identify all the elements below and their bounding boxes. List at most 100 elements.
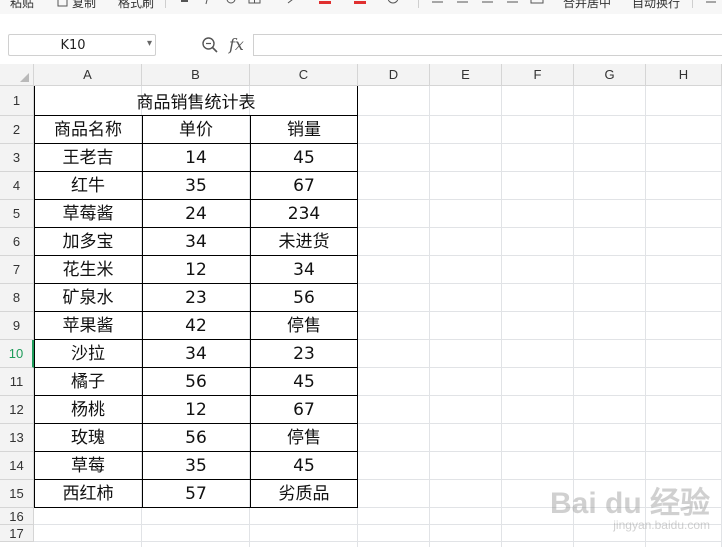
table-cell[interactable]: 23 xyxy=(250,340,358,368)
column-header-b[interactable]: B xyxy=(142,64,250,86)
column-header-g[interactable]: G xyxy=(574,64,646,86)
fx-label[interactable]: fx xyxy=(229,35,244,54)
select-all-corner[interactable] xyxy=(0,64,34,86)
table-cell[interactable]: 56 xyxy=(142,424,250,452)
row-header-6[interactable]: 6 xyxy=(0,228,34,256)
table-cell[interactable]: 24 xyxy=(142,200,250,228)
table-cell[interactable]: 234 xyxy=(250,200,358,228)
table-cell[interactable]: 12 xyxy=(142,396,250,424)
table-cell[interactable]: 沙拉 xyxy=(34,340,142,368)
table-cell[interactable]: 45 xyxy=(250,368,358,396)
table-cell[interactable]: 劣质品 xyxy=(250,480,358,508)
table-cell[interactable]: 西红柿 xyxy=(34,480,142,508)
paste-button[interactable]: 粘贴 xyxy=(10,0,34,11)
table-title[interactable]: 商品销售统计表 xyxy=(34,86,358,116)
column-header-d[interactable]: D xyxy=(358,64,430,86)
formula-input[interactable] xyxy=(253,34,722,56)
merge-center-button[interactable]: 合并居中 xyxy=(563,0,611,11)
eraser-icon[interactable] xyxy=(286,0,300,8)
table-cell[interactable]: 王老吉 xyxy=(34,144,142,172)
clear-icon[interactable] xyxy=(386,0,400,8)
wrap-text-button[interactable]: 自动换行 xyxy=(632,0,680,11)
font-color-icon[interactable] xyxy=(353,0,367,8)
italic-icon[interactable] xyxy=(200,0,214,8)
table-cell[interactable]: 停售 xyxy=(250,312,358,340)
table-cell[interactable]: 草莓 xyxy=(34,452,142,480)
table-cell[interactable]: 红牛 xyxy=(34,172,142,200)
table-cell[interactable]: 加多宝 xyxy=(34,228,142,256)
table-cell[interactable]: 45 xyxy=(250,144,358,172)
row-header-17[interactable]: 17 xyxy=(0,525,34,542)
bold-icon[interactable] xyxy=(178,0,192,8)
table-cell[interactable]: 苹果酱 xyxy=(34,312,142,340)
row-header-15[interactable]: 15 xyxy=(0,480,34,508)
table-cell[interactable]: 花生米 xyxy=(34,256,142,284)
table-cell[interactable]: 67 xyxy=(250,396,358,424)
copy-button[interactable]: 复制 xyxy=(72,0,96,11)
table-cell[interactable]: 玫瑰 xyxy=(34,424,142,452)
table-cell[interactable]: 矿泉水 xyxy=(34,284,142,312)
row-header-8[interactable]: 8 xyxy=(0,284,34,312)
justify-icon[interactable] xyxy=(506,0,520,8)
row-header-13[interactable]: 13 xyxy=(0,424,34,452)
copy-icon[interactable] xyxy=(56,0,70,8)
more-icon[interactable] xyxy=(704,0,718,8)
table-cell[interactable]: 56 xyxy=(250,284,358,312)
table-cell[interactable]: 停售 xyxy=(250,424,358,452)
merge-cells-icon[interactable] xyxy=(530,0,544,8)
spreadsheet-grid[interactable]: A B C D E F G H 1 2 3 4 5 6 7 8 9 10 11 12 13 14 15 16 17 商品销售统计表… xyxy=(0,64,722,547)
table-cell[interactable]: 34 xyxy=(142,228,250,256)
name-box-value: K10 xyxy=(60,38,86,53)
table-cell[interactable]: 56 xyxy=(142,368,250,396)
table-cell[interactable]: 14 xyxy=(142,144,250,172)
row-header-1[interactable]: 1 xyxy=(0,86,34,116)
row-header-9[interactable]: 9 xyxy=(0,312,34,340)
header-cell[interactable]: 商品名称 xyxy=(34,116,142,144)
toolbar-divider xyxy=(692,0,693,8)
row-header-3[interactable]: 3 xyxy=(0,144,34,172)
row-header-2[interactable]: 2 xyxy=(0,116,34,144)
table-cell[interactable]: 草莓酱 xyxy=(34,200,142,228)
table-cell[interactable]: 橘子 xyxy=(34,368,142,396)
zoom-icon[interactable] xyxy=(201,36,219,54)
table-cell[interactable]: 杨桃 xyxy=(34,396,142,424)
table-cell[interactable]: 未进货 xyxy=(250,228,358,256)
row-header-5[interactable]: 5 xyxy=(0,200,34,228)
table-cell[interactable]: 34 xyxy=(142,340,250,368)
column-header-a[interactable]: A xyxy=(34,64,142,86)
gridline-horizontal xyxy=(34,541,722,542)
align-right-icon[interactable] xyxy=(481,0,495,8)
underline-icon[interactable] xyxy=(224,0,238,8)
header-cell[interactable]: 销量 xyxy=(250,116,358,144)
format-painter-button[interactable]: 格式刷 xyxy=(118,0,154,11)
select-all-icon xyxy=(20,73,29,82)
row-header-11[interactable]: 11 xyxy=(0,368,34,396)
row-header-10[interactable]: 10 xyxy=(0,340,34,368)
row-header-12[interactable]: 12 xyxy=(0,396,34,424)
table-cell[interactable]: 42 xyxy=(142,312,250,340)
column-header-c[interactable]: C xyxy=(250,64,358,86)
row-header-14[interactable]: 14 xyxy=(0,452,34,480)
row-header-4[interactable]: 4 xyxy=(0,172,34,200)
align-left-icon[interactable] xyxy=(431,0,445,8)
name-box[interactable]: K10 ▾ xyxy=(8,34,156,56)
border-icon[interactable] xyxy=(248,0,262,8)
column-header-e[interactable]: E xyxy=(430,64,502,86)
chevron-down-icon[interactable]: ▾ xyxy=(147,38,152,49)
watermark: Bai du 经验 jingyan.baidu.com xyxy=(550,478,710,532)
table-cell[interactable]: 45 xyxy=(250,452,358,480)
table-cell[interactable]: 23 xyxy=(142,284,250,312)
row-header-16[interactable]: 16 xyxy=(0,508,34,525)
table-cell[interactable]: 35 xyxy=(142,172,250,200)
fill-color-icon[interactable] xyxy=(318,0,332,8)
table-cell[interactable]: 57 xyxy=(142,480,250,508)
table-cell[interactable]: 67 xyxy=(250,172,358,200)
align-center-icon[interactable] xyxy=(456,0,470,8)
row-header-7[interactable]: 7 xyxy=(0,256,34,284)
table-cell[interactable]: 35 xyxy=(142,452,250,480)
column-header-h[interactable]: H xyxy=(646,64,722,86)
table-cell[interactable]: 12 xyxy=(142,256,250,284)
table-cell[interactable]: 34 xyxy=(250,256,358,284)
column-header-f[interactable]: F xyxy=(502,64,574,86)
header-cell[interactable]: 单价 xyxy=(142,116,250,144)
